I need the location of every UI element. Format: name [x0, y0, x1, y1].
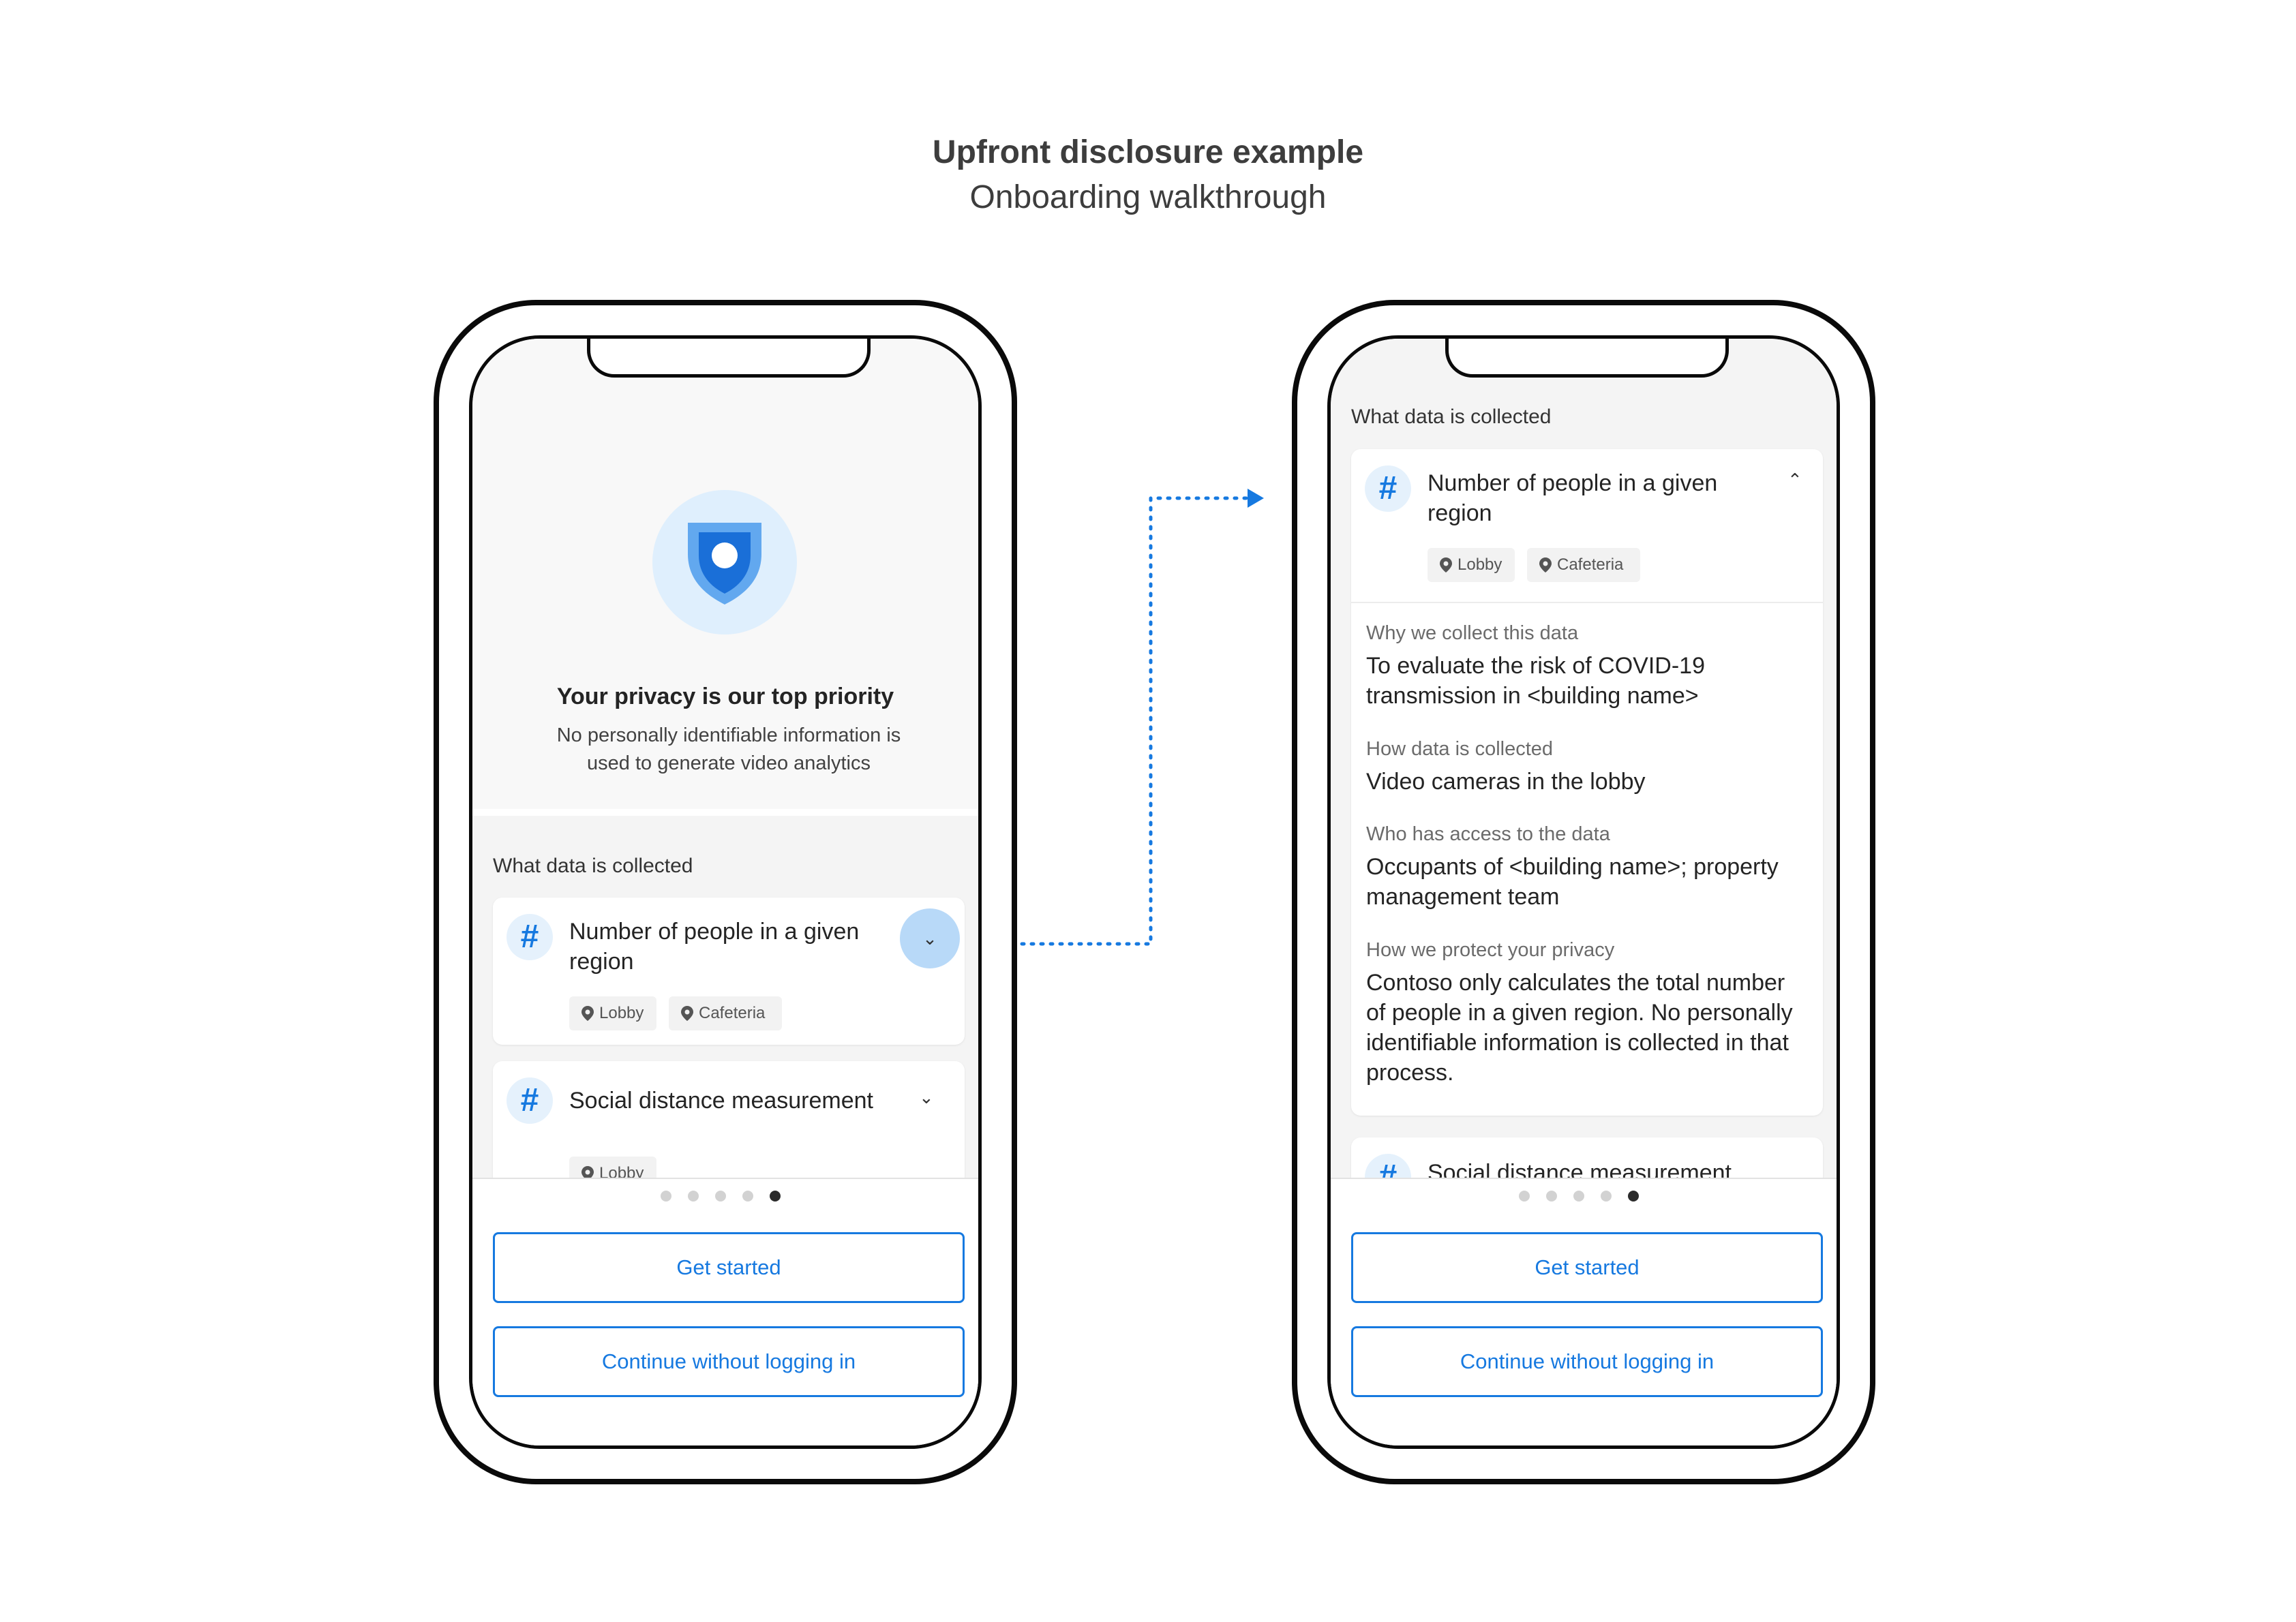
- privacy-title: Your privacy is our top priority: [556, 684, 894, 709]
- notch: [587, 339, 871, 378]
- notch: [1445, 339, 1729, 378]
- location-chip: Cafeteria: [1527, 548, 1640, 582]
- detail-value-who: Occupants of <building name>; property m…: [1366, 854, 1779, 910]
- pager-dot[interactable]: [1573, 1191, 1584, 1202]
- get-started-button[interactable]: Get started: [493, 1232, 965, 1303]
- chip-label: Lobby: [599, 1004, 644, 1022]
- section-label: What data is collected: [1351, 406, 1552, 428]
- divider: [1351, 602, 1823, 603]
- privacy-description: No personally identifiable information i…: [556, 724, 901, 774]
- hash-icon: #: [507, 914, 553, 960]
- data-card-social-distance[interactable]: # Social distance measurement ⌄ Lobby: [493, 1061, 965, 1197]
- data-card-people-count[interactable]: # Number of people in a given region Lob…: [493, 898, 965, 1045]
- card-title: Social distance measurement: [569, 1088, 874, 1114]
- connector-arrow: [963, 489, 1264, 946]
- chip-label: Lobby: [1457, 555, 1502, 574]
- detail-value-how: Video cameras in the lobby: [1366, 769, 1646, 795]
- chevron-down-icon: ⌄: [922, 928, 937, 949]
- pager-dots: [1519, 1191, 1655, 1204]
- expand-chevron-button[interactable]: ⌄: [900, 908, 960, 968]
- continue-without-login-button[interactable]: Continue without logging in: [1351, 1326, 1823, 1397]
- detail-label-how: How data is collected: [1366, 738, 1554, 760]
- chip-label: Cafeteria: [699, 1004, 766, 1022]
- pager-dot[interactable]: [715, 1191, 726, 1202]
- shield-icon: [688, 523, 761, 605]
- location-chip: Cafeteria: [669, 996, 782, 1030]
- location-pin-icon: [681, 1006, 693, 1021]
- location-pin-icon: [1539, 557, 1552, 572]
- phone-right: What data is collected # Number of peopl…: [1292, 300, 1875, 1484]
- location-pin-icon: [581, 1006, 594, 1021]
- pager-dot[interactable]: [1546, 1191, 1557, 1202]
- phone-left: Your privacy is our top priority No pers…: [434, 300, 1017, 1484]
- chip-label: Cafeteria: [1557, 555, 1624, 574]
- location-chip: Lobby: [1428, 548, 1515, 582]
- pager-dot[interactable]: [1519, 1191, 1530, 1202]
- chevron-down-icon[interactable]: ⌄: [919, 1087, 934, 1108]
- hash-icon: #: [507, 1077, 553, 1124]
- pager-dot-active[interactable]: [770, 1191, 781, 1202]
- data-card-people-count-expanded[interactable]: # Number of people in a given region ⌃ L…: [1351, 449, 1823, 1116]
- hash-icon: #: [1365, 465, 1411, 512]
- location-chip: Lobby: [569, 996, 656, 1030]
- detail-label-who: Who has access to the data: [1366, 823, 1610, 845]
- detail-value-protect: Contoso only calculates the total number…: [1366, 970, 1793, 1086]
- continue-without-login-button[interactable]: Continue without logging in: [493, 1326, 965, 1397]
- card-title: Number of people in a given region: [1428, 470, 1718, 526]
- pager-dot[interactable]: [1601, 1191, 1612, 1202]
- section-label: What data is collected: [493, 855, 693, 877]
- phone-left-screen: Your privacy is our top priority No pers…: [469, 335, 982, 1449]
- location-pin-icon: [1440, 557, 1452, 572]
- pager-dot[interactable]: [661, 1191, 671, 1202]
- shield-icon-badge: [652, 490, 797, 634]
- detail-label-protect: How we protect your privacy: [1366, 939, 1615, 961]
- pager-dot-active[interactable]: [1628, 1191, 1639, 1202]
- phone-right-screen: What data is collected # Number of peopl…: [1327, 335, 1840, 1449]
- detail-value-why: To evaluate the risk of COVID-19 transmi…: [1366, 653, 1706, 709]
- chevron-up-icon[interactable]: ⌃: [1787, 470, 1802, 491]
- card-title: Number of people in a given region: [569, 919, 860, 975]
- pager-dot[interactable]: [688, 1191, 699, 1202]
- detail-label-why: Why we collect this data: [1366, 622, 1579, 644]
- pager-dots: [661, 1191, 797, 1204]
- get-started-button[interactable]: Get started: [1351, 1232, 1823, 1303]
- pager-dot[interactable]: [742, 1191, 753, 1202]
